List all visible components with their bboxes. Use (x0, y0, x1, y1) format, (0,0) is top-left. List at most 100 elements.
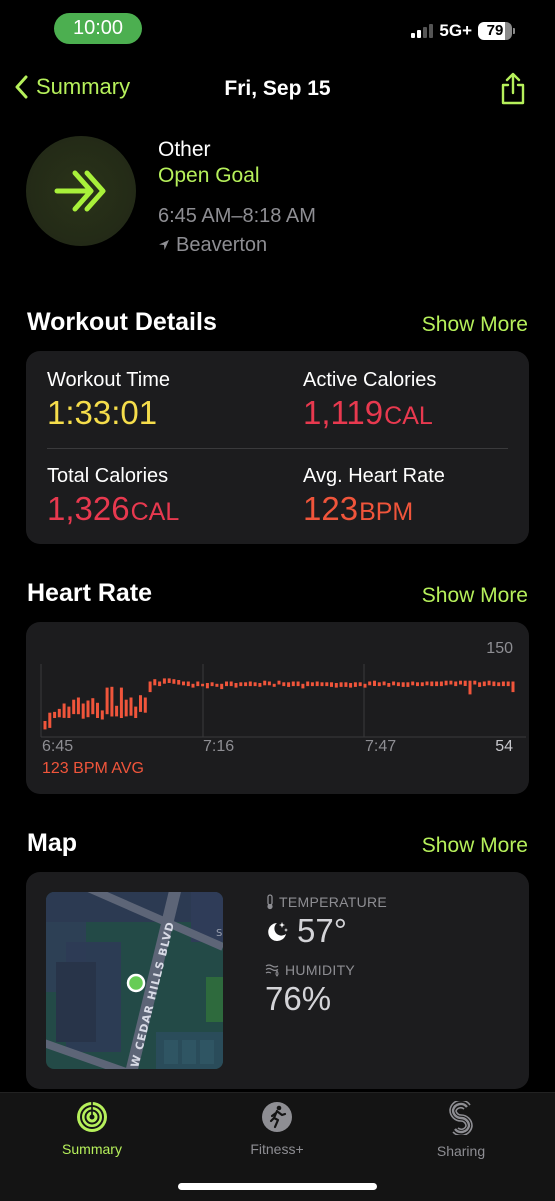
double-chevron-arrow-icon (54, 170, 106, 212)
heart-rate-bar (291, 681, 295, 687)
temperature-label-text: TEMPERATURE (279, 894, 388, 910)
heart-rate-bar (115, 705, 119, 717)
heart-rate-bar (215, 683, 219, 687)
heart-rate-bar (67, 706, 71, 718)
heart-rate-bar (239, 682, 243, 687)
heart-rate-bar (396, 682, 400, 687)
heart-rate-bar (301, 683, 305, 689)
heart-rate-bar (353, 682, 357, 687)
heart-rate-show-more[interactable]: Show More (422, 584, 528, 608)
humidity-value: 76% (265, 980, 332, 1017)
chart-min-label: 54 (495, 738, 513, 755)
heart-rate-bar (296, 681, 300, 687)
metric-value: 1:33:01 (47, 394, 170, 432)
heart-rate-bar (363, 683, 367, 688)
network-type: 5G+ (439, 21, 472, 40)
heart-rate-bar (86, 700, 90, 718)
heart-rate-bar (76, 697, 80, 715)
metric-value: 1,119CAL (303, 394, 436, 435)
heart-rate-bar (263, 680, 267, 686)
heart-rate-bar (220, 683, 224, 690)
workout-location: Beaverton (158, 232, 316, 258)
heart-rate-bar (463, 680, 467, 686)
temperature-label: TEMPERATURE (265, 894, 387, 910)
heart-rate-bar (387, 683, 391, 687)
metric-value: 123BPM (303, 490, 445, 531)
status-time: 10:00 (54, 13, 142, 44)
heart-rate-bar (267, 681, 271, 686)
heart-rate-bar (368, 681, 372, 686)
heart-rate-bar (62, 703, 66, 718)
workout-time-range: 6:45 AM–8:18 AM (158, 205, 316, 227)
metric-value: 1,326CAL (47, 490, 179, 531)
tab-summary[interactable]: Summary (32, 1101, 152, 1157)
heart-rate-bar (105, 687, 109, 715)
heart-rate-bar (344, 682, 348, 687)
heart-rate-bar (119, 687, 123, 718)
workout-type-icon-badge (26, 136, 136, 246)
map-show-more[interactable]: Show More (422, 834, 528, 858)
heart-rate-bar (91, 698, 95, 715)
heart-rate-bar (143, 697, 147, 713)
heart-rate-bar (186, 681, 190, 687)
workout-goal: Open Goal (158, 164, 260, 187)
metric-unit: CAL (130, 498, 180, 526)
back-button[interactable]: Summary (14, 74, 130, 100)
heart-rate-bar (277, 680, 281, 685)
map-card[interactable]: W CEDAR HILLS BLVD S TEMPERATURE 57° HUM… (26, 872, 529, 1089)
heart-rate-bar (244, 682, 248, 687)
metric-active-calories: Active Calories 1,119CAL (303, 368, 436, 435)
heart-rate-bar (416, 682, 419, 687)
heart-rate-bar (492, 681, 496, 687)
x-tick-label: 7:47 (365, 738, 397, 755)
heart-rate-bar (81, 703, 85, 719)
map-thumbnail[interactable]: W CEDAR HILLS BLVD S (46, 892, 223, 1069)
heart-rate-bar (182, 681, 185, 686)
heart-rate-bar (48, 712, 52, 728)
tab-label: Summary (62, 1141, 122, 1157)
heart-rate-bar (205, 683, 209, 689)
heart-rate-bar (506, 681, 510, 687)
heart-rate-card[interactable]: 150 6:45 7:16 7:47 54 123 BPM AVG (26, 622, 529, 794)
heart-rate-bar (148, 681, 152, 693)
chart-max-label: 150 (486, 640, 513, 657)
back-label: Summary (36, 74, 131, 99)
heart-rate-title: Heart Rate (27, 579, 153, 607)
heart-rate-bar (272, 683, 276, 687)
heart-rate-bar (411, 681, 415, 686)
cellular-signal-icon (411, 24, 434, 38)
heart-rate-bar (57, 708, 61, 718)
heart-rate-bar (110, 686, 114, 717)
humidity-icon (265, 964, 279, 977)
heart-rate-bar (501, 681, 505, 687)
heart-rate-bar (162, 678, 166, 684)
heart-rate-bar (444, 680, 448, 686)
workout-details-card[interactable]: Workout Time 1:33:01 Active Calories 1,1… (26, 351, 529, 544)
heart-rate-bar (330, 682, 333, 687)
map-image: W CEDAR HILLS BLVD S (46, 892, 223, 1069)
heart-rate-bar (349, 683, 353, 688)
x-tick-label: 7:16 (203, 738, 235, 755)
heart-rate-bar (100, 710, 104, 720)
tab-label: Sharing (436, 1143, 486, 1159)
tab-sharing[interactable]: Sharing (401, 1099, 521, 1159)
tab-fitness-plus[interactable]: Fitness+ (217, 1101, 337, 1157)
heart-rate-bar (482, 681, 486, 687)
share-button[interactable] (499, 72, 527, 106)
heart-rate-bar (306, 681, 310, 687)
x-tick-label: 6:45 (42, 738, 74, 755)
map-location-pin (126, 973, 146, 993)
metric-label: Workout Time (47, 369, 170, 391)
weather-info: TEMPERATURE 57° HUMIDITY 76% (265, 894, 387, 1018)
heart-rate-bar (511, 681, 515, 693)
heart-rate-bar (167, 678, 171, 683)
metric-divider (47, 448, 508, 449)
home-indicator[interactable] (178, 1183, 377, 1190)
heart-rate-bar (320, 682, 324, 687)
metric-avg-heart-rate: Avg. Heart Rate 123BPM (303, 464, 445, 531)
metric-total-calories: Total Calories 1,326CAL (47, 464, 179, 531)
status-indicators: 5G+ 79 (411, 20, 515, 42)
temperature-value-text: 57° (297, 912, 347, 949)
workout-details-show-more[interactable]: Show More (422, 313, 528, 337)
metric-number: 1:33:01 (47, 394, 158, 431)
